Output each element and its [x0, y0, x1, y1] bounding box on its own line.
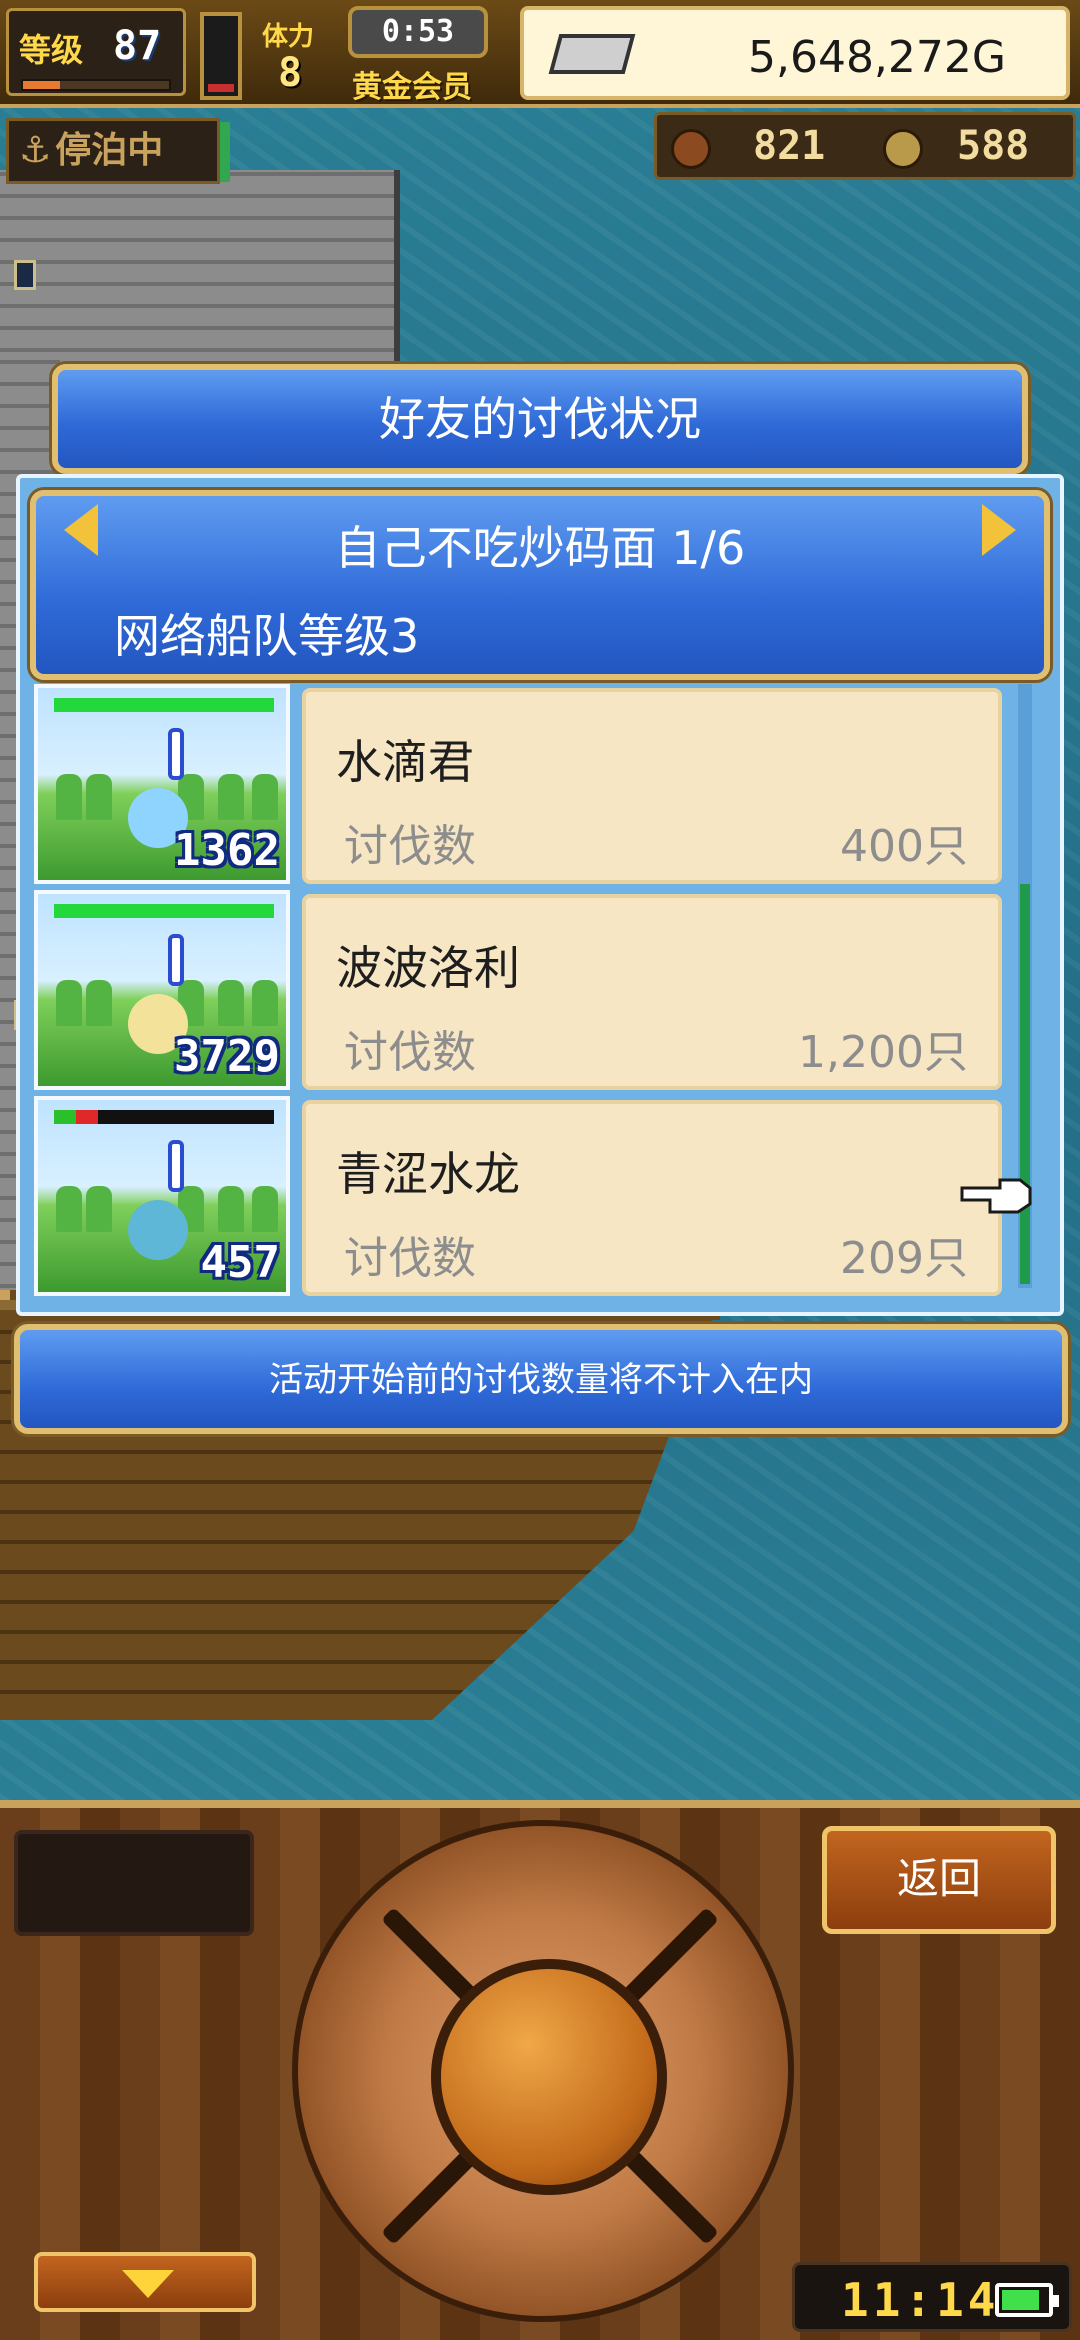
tree: [56, 1186, 82, 1232]
next-friend-arrow-icon[interactable]: [982, 504, 1016, 556]
tree: [252, 1186, 278, 1232]
tree: [218, 980, 244, 1026]
castle-wall: [0, 170, 400, 370]
dialog-footer-note: 活动开始前的讨伐数量将不计入在内: [14, 1324, 1068, 1434]
empty-slot: [14, 1830, 254, 1936]
monster-hp-fill: [54, 698, 274, 712]
status-panel: ⚓ 停泊中: [6, 118, 220, 184]
monster-row[interactable]: 3729 波波洛利 讨伐数 1,200只: [30, 890, 1020, 1094]
status-label: 停泊中: [55, 130, 164, 171]
monster-thumb-number: 3729: [174, 1031, 280, 1082]
monster-hp-bar: [54, 698, 274, 712]
castle-window: [14, 260, 36, 290]
tree: [86, 980, 112, 1026]
wheel-center-button[interactable]: [431, 1959, 667, 2195]
level-panel: 等级 87: [6, 8, 186, 96]
monster-hp-damage: [76, 1110, 98, 1124]
exclamation-icon: [168, 934, 184, 986]
friend-name: 自己不吃炒码面 1/6: [334, 521, 746, 575]
stamina-gauge: [200, 12, 242, 100]
kill-count-value: 1,200只: [798, 1027, 968, 1078]
anchor-icon: ⚓: [19, 130, 52, 171]
menu-down-button[interactable]: [34, 2252, 256, 2312]
monster-row[interactable]: 1362 水滴君 讨伐数 400只: [30, 684, 1020, 888]
previous-friend-arrow-icon[interactable]: [64, 504, 98, 556]
exclamation-icon: [168, 728, 184, 780]
kill-count-label: 讨伐数: [344, 1027, 476, 1078]
silver-bar-icon: [548, 34, 636, 74]
dialog-title: 好友的讨伐状况: [52, 364, 1028, 474]
kill-count-value: 400只: [840, 821, 968, 872]
monster-thumb-number: 1362: [174, 825, 280, 876]
tree: [56, 774, 82, 820]
tree: [218, 1186, 244, 1232]
monster-row[interactable]: 457 青涩水龙 讨伐数 209只: [30, 1096, 1020, 1300]
monster-sprite: [128, 1200, 188, 1260]
membership-badge: 黄金会员: [352, 70, 472, 105]
tree: [86, 1186, 112, 1232]
monster-card: 青涩水龙 讨伐数 209只: [302, 1100, 1002, 1296]
kill-count-label: 讨伐数: [344, 821, 476, 872]
monster-list[interactable]: 1362 水滴君 讨伐数 400只 3729 波波洛利 讨伐数 1,200只 4…: [30, 684, 1020, 1304]
clock-time: 11:14: [841, 2273, 1000, 2327]
medal-icon: [883, 129, 923, 169]
monster-hp-bar: [54, 1110, 274, 1124]
chevron-down-icon: [122, 2270, 174, 2298]
resource-panel: 821 588: [654, 112, 1076, 180]
monster-hp-fill: [54, 904, 274, 918]
timer: 0:53: [348, 6, 488, 58]
gold-value: 5,648,272G: [747, 32, 1006, 83]
ship-wheel[interactable]: [292, 1820, 794, 2322]
pointing-hand-icon: [960, 1178, 1032, 1214]
back-button[interactable]: 返回: [822, 1826, 1056, 1934]
monster-hp-bar: [54, 904, 274, 918]
kill-count-label: 讨伐数: [344, 1233, 476, 1284]
fleet-level: 网络船队等级3: [114, 609, 420, 663]
monster-name: 波波洛利: [336, 941, 520, 995]
top-hud: 等级 87 体力 8 0:53 黄金会员 5,648,272G: [0, 0, 1080, 108]
level-value: 87: [113, 23, 162, 69]
stamina-gauge-fill: [208, 84, 234, 92]
scrollbar-thumb[interactable]: [1020, 884, 1030, 1284]
tree: [56, 980, 82, 1026]
tree: [252, 774, 278, 820]
monster-card: 水滴君 讨伐数 400只: [302, 688, 1002, 884]
resource-value-1: 821: [753, 123, 826, 169]
level-label: 等级: [19, 31, 84, 69]
monster-hp-fill: [54, 1110, 76, 1124]
battery-tip: [1053, 2295, 1059, 2307]
tree: [86, 774, 112, 820]
meat-icon: [671, 129, 711, 169]
monster-thumbnail: 3729: [34, 890, 290, 1090]
gold-panel: 5,648,272G: [520, 6, 1070, 100]
monster-thumbnail: 457: [34, 1096, 290, 1296]
resource-value-2: 588: [957, 123, 1030, 169]
monster-thumbnail: 1362: [34, 684, 290, 884]
level-progress-fill: [23, 81, 60, 89]
stamina-label: 体力: [262, 22, 315, 52]
tree: [252, 980, 278, 1026]
tree: [218, 774, 244, 820]
monster-name: 水滴君: [336, 735, 474, 789]
monster-thumb-number: 457: [200, 1237, 280, 1288]
status-accent: [220, 122, 230, 182]
monster-name: 青涩水龙: [336, 1147, 520, 1201]
stamina-panel: 体力 8: [256, 8, 356, 100]
exclamation-icon: [168, 1140, 184, 1192]
stamina-value: 8: [278, 50, 303, 96]
clock-panel: 11:14: [792, 2262, 1072, 2332]
battery-icon: [995, 2283, 1059, 2317]
kill-count-value: 209只: [840, 1233, 968, 1284]
battery-fill: [1002, 2290, 1039, 2310]
level-progress-bar: [21, 79, 171, 91]
monster-card: 波波洛利 讨伐数 1,200只: [302, 894, 1002, 1090]
